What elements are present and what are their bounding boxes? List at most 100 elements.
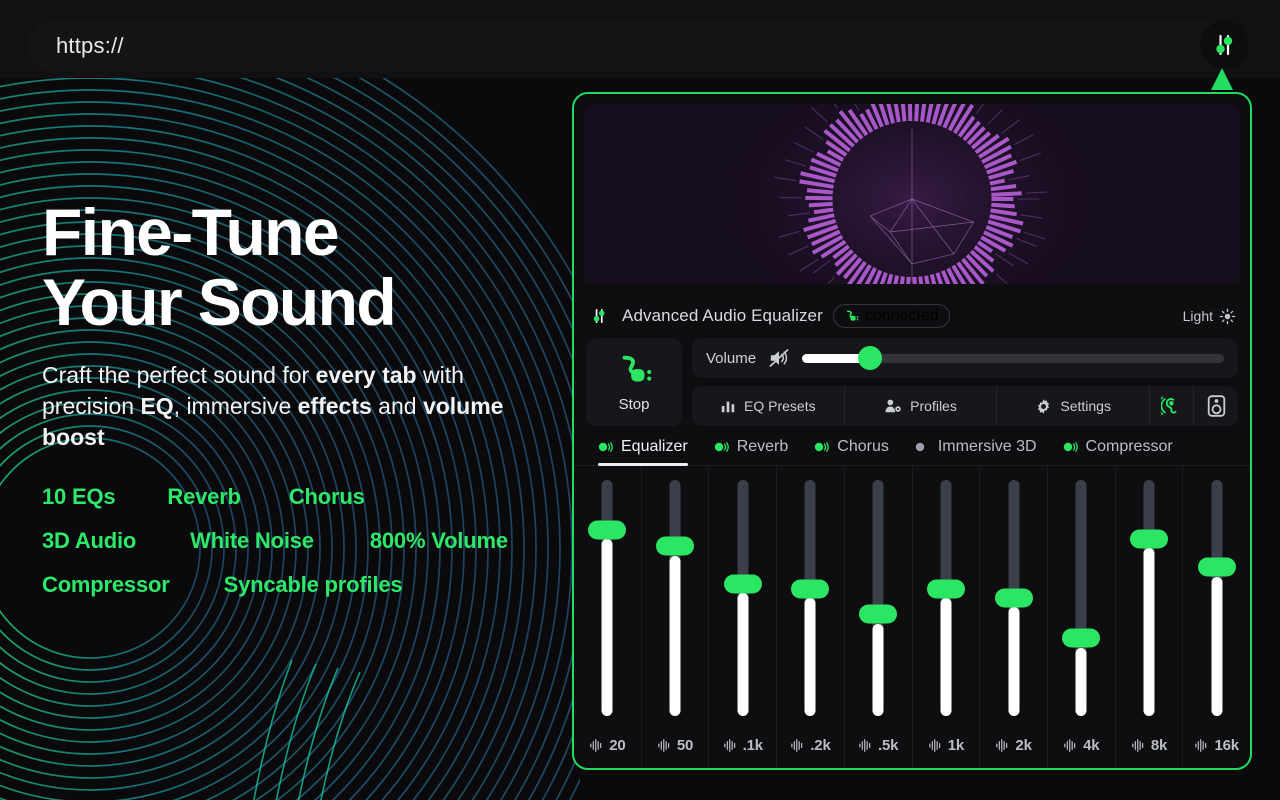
feature-tag-row: 3D Audio White Noise 800% Volume [42, 528, 552, 554]
extension-icon-button[interactable] [1200, 21, 1248, 69]
eq-slider-2k[interactable] [994, 480, 1033, 716]
eq-band: .5k [845, 466, 913, 768]
feature-tag: 800% Volume [369, 527, 508, 553]
menu-item-label: Profiles [910, 398, 957, 414]
eq-band: 16k [1183, 466, 1250, 768]
tab-label: Compressor [1085, 438, 1173, 455]
waveform-icon [589, 738, 604, 753]
eq-slider-50[interactable] [656, 480, 695, 716]
extension-popup-pointer [1211, 68, 1233, 90]
hero-subtitle-fragment: EQ [140, 393, 174, 420]
equalizer-board: 20 50 .1k .2k .5k 1k 2k 4k 8k 16k [574, 466, 1250, 768]
eq-band-footer: .2k [777, 722, 844, 768]
menu-item-profiles[interactable]: Profiles [845, 386, 998, 426]
popup-header: Advanced Audio Equalizer connected Light [574, 294, 1250, 338]
tab-reverb[interactable]: Reverb [714, 438, 789, 465]
eq-band: 50 [642, 466, 710, 768]
control-row: Stop Volume EQ Presets Profiles Settings [574, 338, 1250, 426]
eq-band-footer: 16k [1183, 722, 1250, 768]
plug-icon [846, 310, 859, 321]
eq-band: 20 [574, 466, 642, 768]
menu-item-eq-presets[interactable]: EQ Presets [692, 386, 845, 426]
waveform-icon [928, 738, 943, 753]
eq-slider-fill [940, 598, 952, 716]
eq-band-frequency-label: 50 [676, 736, 694, 754]
tab-equalizer[interactable]: Equalizer [598, 438, 688, 466]
eq-band-footer: 8k [1116, 722, 1183, 768]
theme-toggle[interactable]: Light [1183, 308, 1236, 325]
eq-band-footer: 2k [980, 722, 1047, 768]
effect-tabs: Equalizer Reverb Chorus Immersive 3D Compres… [574, 426, 1250, 466]
eq-slider-thumb[interactable] [1197, 557, 1236, 577]
eq-slider-.2k[interactable] [791, 480, 830, 716]
eq-band-frequency-label: 8k [1150, 736, 1168, 754]
eq-slider-thumb[interactable] [723, 574, 762, 594]
speaker-muted-icon[interactable] [768, 348, 790, 368]
tab-immersive-3d[interactable]: Immersive 3D [915, 438, 1037, 465]
volume-slider-thumb[interactable] [857, 346, 882, 370]
eq-slider-8k[interactable] [1129, 480, 1168, 716]
eq-band-frequency-label: 1k [947, 736, 965, 754]
tab-compressor[interactable]: Compressor [1063, 438, 1173, 465]
hearing-ear-button[interactable] [1150, 386, 1195, 426]
url-text: https:// [56, 33, 124, 58]
browser-toolbar: https:// [0, 0, 1280, 90]
eq-slider-thumb[interactable] [588, 520, 627, 539]
eq-slider-thumb[interactable] [1062, 628, 1101, 648]
waveform-icon [657, 738, 672, 753]
eq-band: 8k [1116, 466, 1184, 768]
eq-slider-.1k[interactable] [723, 480, 762, 716]
feature-tag: 10 EQs [42, 483, 116, 509]
eq-band: 4k [1048, 466, 1116, 768]
bar-chart-icon [720, 398, 736, 414]
volume-slider[interactable] [802, 346, 1224, 370]
eq-slider-1k[interactable] [926, 480, 965, 716]
app-title: Advanced Audio Equalizer [622, 306, 823, 325]
volume-control: Volume [692, 338, 1238, 378]
eq-band-frequency-label: .1k [742, 736, 763, 754]
tab-label: Chorus [837, 438, 889, 455]
menu-item-settings[interactable]: Settings [997, 386, 1151, 426]
eq-slider-16k[interactable] [1197, 480, 1236, 716]
waveform-icon [790, 738, 805, 753]
control-right: Volume EQ Presets Profiles Settings [692, 338, 1238, 426]
sound-dot-icon [915, 441, 931, 453]
stop-button-label: Stop [618, 395, 650, 413]
tab-label: Reverb [736, 438, 789, 455]
sun-icon [1219, 308, 1236, 324]
feature-tag: Reverb [167, 483, 241, 509]
hero-content: Fine-Tune Your Sound Craft the perfect s… [42, 195, 562, 598]
eq-slider-.5k[interactable] [859, 480, 898, 716]
eq-slider-thumb[interactable] [791, 579, 830, 598]
hero-section: Fine-Tune Your Sound Craft the perfect s… [0, 78, 580, 800]
sound-dot-icon [814, 441, 830, 453]
eq-band: .1k [709, 466, 778, 768]
eq-slider-20[interactable] [588, 480, 627, 716]
eq-band-footer: 1k [913, 722, 980, 768]
page-title: Fine-Tune Your Sound [42, 195, 397, 339]
eq-slider-thumb[interactable] [926, 579, 965, 598]
tab-chorus[interactable]: Chorus [814, 438, 889, 465]
feature-tag: 3D Audio [42, 527, 137, 553]
eq-band-frequency-label: 16k [1214, 736, 1239, 754]
eq-slider-thumb[interactable] [859, 604, 898, 624]
eq-band: 1k [913, 466, 981, 768]
eq-slider-4k[interactable] [1062, 480, 1101, 716]
eq-band-footer: 50 [642, 722, 709, 768]
eq-band-footer: 20 [574, 722, 641, 768]
address-bar[interactable]: https:// [28, 20, 1238, 72]
eq-band-frequency-label: 20 [609, 736, 626, 754]
tab-label: Immersive 3D [937, 438, 1037, 455]
eq-band-footer: .5k [845, 722, 912, 768]
hero-subtitle-fragment: , immersive [173, 393, 298, 420]
eq-slider-thumb[interactable] [1129, 529, 1168, 549]
tab-label: Equalizer [621, 438, 688, 455]
speaker-monitor-button[interactable] [1194, 386, 1238, 426]
hero-subtitle-fragment: Craft the perfect sound for [42, 361, 316, 388]
menu-item-label: EQ Presets [744, 398, 816, 414]
eq-band-frequency-label: .2k [810, 736, 831, 754]
eq-slider-thumb[interactable] [656, 536, 695, 556]
stop-button[interactable]: Stop [586, 338, 682, 426]
eq-slider-thumb[interactable] [994, 588, 1033, 608]
sound-dot-icon [598, 441, 614, 453]
